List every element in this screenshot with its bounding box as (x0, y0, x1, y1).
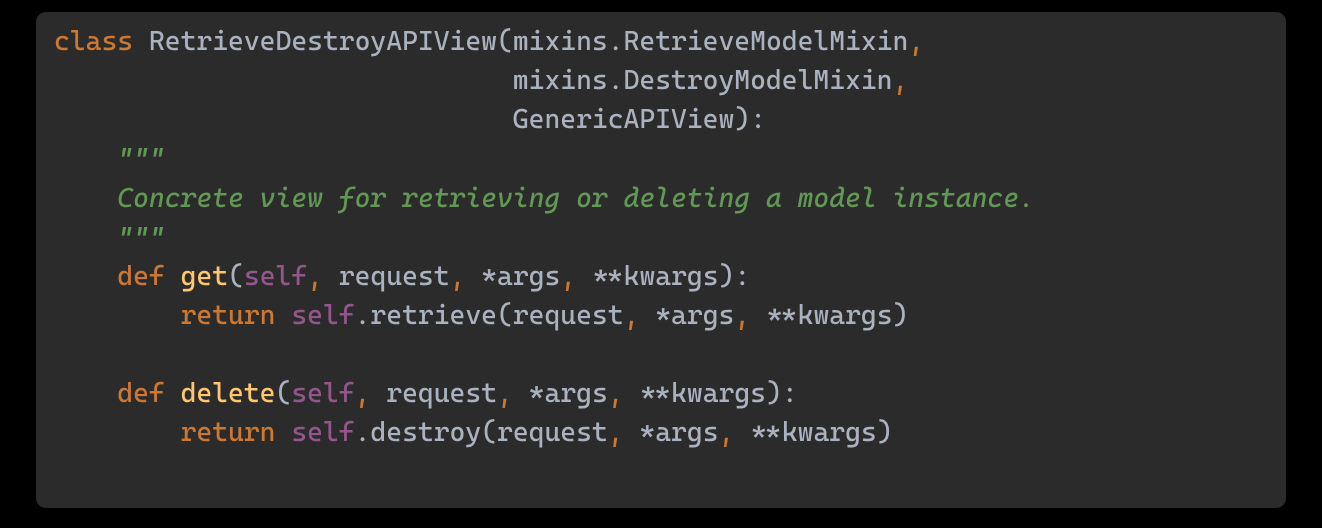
comma: , (734, 300, 750, 331)
dot: . (355, 300, 371, 331)
func-get: get (181, 261, 228, 292)
comma: , (608, 378, 624, 409)
arg-args: args (655, 417, 718, 448)
code-block: class RetrieveDestroyAPIView(mixins.Retr… (36, 12, 1286, 508)
dstar: ** (750, 417, 782, 448)
self-param: self (291, 378, 354, 409)
dot: . (608, 65, 624, 96)
paren-open: ( (276, 378, 292, 409)
param-request: request (386, 378, 497, 409)
dstar: ** (639, 378, 671, 409)
colon: : (734, 261, 750, 292)
dot: . (608, 26, 624, 57)
keyword-class: class (54, 26, 133, 57)
comma: , (307, 261, 323, 292)
colon: : (782, 378, 798, 409)
call-retrieve: retrieve (370, 300, 497, 331)
docstring-body: Concrete view for retrieving or deleting… (117, 183, 1035, 214)
paren-close: ) (893, 300, 909, 331)
paren-open: ( (497, 300, 513, 331)
dot: . (355, 417, 371, 448)
param-args: args (497, 261, 560, 292)
comma: , (719, 417, 735, 448)
paren-open: ( (497, 26, 513, 57)
comma: , (560, 261, 576, 292)
arg-request: request (497, 417, 608, 448)
self-ref: self (291, 417, 354, 448)
paren-close: ) (719, 261, 735, 292)
dstar: ** (766, 300, 798, 331)
arg-request: request (513, 300, 624, 331)
keyword-def: def (117, 261, 164, 292)
comma: , (355, 378, 371, 409)
class-name: RetrieveDestroyAPIView (149, 26, 497, 57)
base-name-2: DestroyModelMixin (624, 65, 893, 96)
star: * (481, 261, 497, 292)
comma: , (450, 261, 466, 292)
paren-close: ) (766, 378, 782, 409)
param-request: request (339, 261, 450, 292)
colon: : (750, 104, 766, 135)
self-param: self (244, 261, 307, 292)
keyword-return: return (181, 417, 276, 448)
docstring-close: """ (117, 222, 164, 253)
keyword-return: return (181, 300, 276, 331)
code-content: class RetrieveDestroyAPIView(mixins.Retr… (54, 22, 1268, 453)
keyword-def: def (117, 378, 164, 409)
param-kwargs: kwargs (671, 378, 766, 409)
paren-open: ( (481, 417, 497, 448)
base-prefix-1: mixins (513, 26, 608, 57)
base-name-1: RetrieveModelMixin (624, 26, 909, 57)
base-prefix-2: mixins (513, 65, 608, 96)
comma: , (893, 65, 909, 96)
base-name-3: GenericAPIView (513, 104, 734, 135)
arg-kwargs: kwargs (782, 417, 877, 448)
star: * (529, 378, 545, 409)
star: * (639, 417, 655, 448)
self-ref: self (291, 300, 354, 331)
arg-args: args (671, 300, 734, 331)
param-kwargs: kwargs (624, 261, 719, 292)
arg-kwargs: kwargs (798, 300, 893, 331)
docstring-open: """ (117, 143, 164, 174)
comma: , (497, 378, 513, 409)
dstar: ** (592, 261, 624, 292)
paren-close: ) (734, 104, 750, 135)
star: * (655, 300, 671, 331)
comma: , (908, 26, 924, 57)
call-destroy: destroy (370, 417, 481, 448)
paren-open: ( (228, 261, 244, 292)
paren-close: ) (877, 417, 893, 448)
func-delete: delete (181, 378, 276, 409)
comma: , (624, 300, 640, 331)
param-args: args (545, 378, 608, 409)
comma: , (608, 417, 624, 448)
